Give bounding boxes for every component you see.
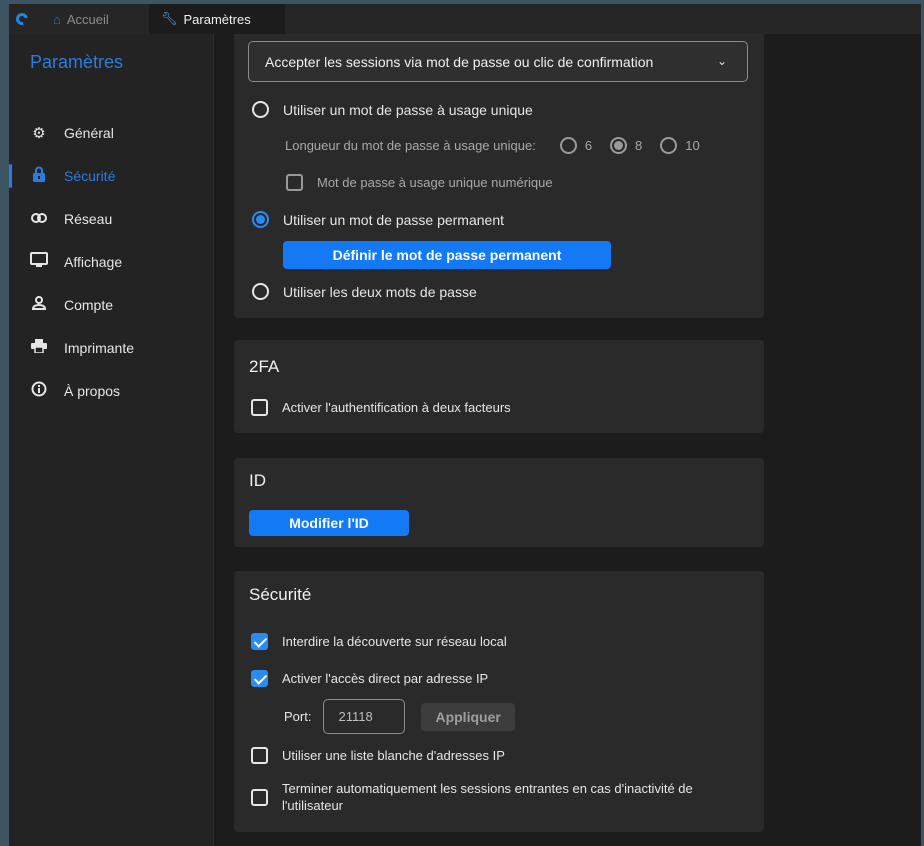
modify-id-button[interactable]: Modifier l'ID	[249, 510, 409, 536]
permanent-password-radio[interactable]	[252, 211, 269, 228]
one-time-password-option[interactable]: Utiliser un mot de passe à usage unique	[252, 101, 533, 118]
auto-close-label: Terminer automatiquement les sessions en…	[282, 781, 693, 813]
sidebar-item-label: Compte	[64, 296, 114, 313]
sidebar: Paramètres ⚙ Général Sécurité Réseau Aff…	[9, 34, 214, 846]
apply-port-button[interactable]: Appliquer	[421, 702, 515, 731]
gear-icon: ⚙	[32, 124, 46, 142]
twofa-title: 2FA	[249, 357, 280, 376]
tab-home-label: Accueil	[66, 11, 109, 27]
ip-whitelist-option[interactable]: Utiliser une liste blanche d'adresses IP	[251, 747, 505, 764]
home-icon: ⌂	[53, 11, 61, 27]
length-10-label: 10	[685, 138, 700, 153]
auto-close-option[interactable]: Terminer automatiquement les sessions en…	[251, 780, 751, 814]
length-10-radio[interactable]	[660, 137, 678, 154]
permanent-password-option[interactable]: Utiliser un mot de passe permanent	[252, 211, 504, 228]
sidebar-nav: ⚙ Général Sécurité Réseau Affichage Comp…	[9, 111, 214, 412]
numeric-password-checkbox[interactable]	[286, 174, 303, 191]
both-passwords-option[interactable]: Utiliser les deux mots de passe	[252, 283, 477, 300]
length-6-label: 6	[584, 138, 593, 153]
wrench-icon: 🔧︎	[161, 11, 178, 26]
set-permanent-password-button[interactable]: Définir le mot de passe permanent	[283, 241, 611, 269]
ip-whitelist-checkbox[interactable]	[251, 747, 268, 764]
security-title: Sécurité	[249, 585, 312, 604]
tab-settings-label: Paramètres	[183, 11, 251, 27]
length-8-radio[interactable]	[610, 137, 628, 154]
sidebar-item-label: Imprimante	[64, 339, 135, 356]
session-accept-value: Accepter les sessions via mot de passe o…	[265, 53, 654, 70]
sidebar-item-label: Général	[64, 124, 114, 141]
tab-settings[interactable]: 🔧︎ Paramètres	[149, 4, 285, 34]
twofa-checkbox[interactable]	[251, 399, 268, 416]
port-value: 21118	[338, 709, 373, 724]
length-8-label: 8	[635, 138, 643, 153]
sidebar-item-printer[interactable]: Imprimante	[9, 326, 214, 369]
numeric-password-label: Mot de passe à usage unique numérique	[317, 175, 553, 190]
settings-content: Accepter les sessions via mot de passe o…	[215, 34, 921, 846]
sidebar-item-general[interactable]: ⚙ Général	[9, 111, 214, 154]
permanent-password-label: Utiliser un mot de passe permanent	[283, 211, 504, 228]
password-card: Accepter les sessions via mot de passe o…	[234, 34, 764, 318]
app-logo-icon	[9, 4, 35, 34]
both-passwords-label: Utiliser les deux mots de passe	[283, 283, 477, 300]
id-card: ID Modifier l'ID	[234, 458, 764, 547]
password-length-row: Longueur du mot de passe à usage unique:…	[285, 137, 700, 154]
password-length-label: Longueur du mot de passe à usage unique:	[285, 138, 536, 153]
sidebar-item-account[interactable]: Compte	[9, 283, 214, 326]
link-icon	[28, 210, 50, 227]
sidebar-item-label: Sécurité	[64, 167, 116, 184]
twofa-label: Activer l'authentification à deux facteu…	[282, 400, 511, 415]
port-input[interactable]: 21118	[323, 699, 406, 734]
numeric-password-option[interactable]: Mot de passe à usage unique numérique	[286, 174, 553, 191]
port-label: Port:	[284, 709, 312, 724]
direct-ip-checkbox[interactable]	[251, 670, 268, 687]
printer-icon	[28, 338, 50, 357]
deny-lan-option[interactable]: Interdire la découverte sur réseau local	[251, 633, 507, 650]
port-row: Port: 21118 Appliquer	[284, 699, 515, 734]
chevron-down-icon: ⌄	[716, 54, 727, 68]
sidebar-item-label: Affichage	[64, 253, 123, 270]
sidebar-item-about[interactable]: À propos	[9, 369, 214, 412]
id-title: ID	[249, 471, 266, 490]
direct-ip-label: Activer l'accès direct par adresse IP	[282, 671, 489, 686]
one-time-password-label: Utiliser un mot de passe à usage unique	[283, 101, 533, 118]
tab-home[interactable]: ⌂ Accueil	[35, 4, 149, 34]
deny-lan-checkbox[interactable]	[251, 633, 268, 650]
app-window: ⌂ Accueil 🔧︎ Paramètres Paramètres ⚙ Gén…	[0, 0, 924, 846]
lock-icon	[28, 166, 50, 186]
info-icon	[28, 381, 50, 401]
security-card: Sécurité Interdire la découverte sur rés…	[234, 571, 764, 832]
sidebar-item-label: Réseau	[64, 210, 113, 227]
user-icon	[28, 295, 50, 314]
twofa-option[interactable]: Activer l'authentification à deux facteu…	[251, 399, 511, 416]
both-passwords-radio[interactable]	[252, 283, 269, 300]
sidebar-item-label: À propos	[64, 382, 121, 399]
tab-bar: ⌂ Accueil 🔧︎ Paramètres	[9, 4, 921, 34]
monitor-icon	[28, 251, 50, 272]
session-accept-select[interactable]: Accepter les sessions via mot de passe o…	[248, 41, 748, 82]
direct-ip-option[interactable]: Activer l'accès direct par adresse IP	[251, 670, 488, 687]
sidebar-title: Paramètres	[30, 52, 124, 72]
sidebar-item-network[interactable]: Réseau	[9, 197, 214, 240]
sidebar-item-security[interactable]: Sécurité	[9, 154, 214, 197]
ip-whitelist-label: Utiliser une liste blanche d'adresses IP	[282, 748, 505, 763]
auto-close-checkbox[interactable]	[251, 788, 268, 806]
deny-lan-label: Interdire la découverte sur réseau local	[282, 634, 507, 649]
twofa-card: 2FA Activer l'authentification à deux fa…	[234, 340, 764, 433]
length-6-radio[interactable]	[559, 137, 577, 154]
sidebar-item-display[interactable]: Affichage	[9, 240, 214, 283]
one-time-password-radio[interactable]	[252, 101, 269, 118]
